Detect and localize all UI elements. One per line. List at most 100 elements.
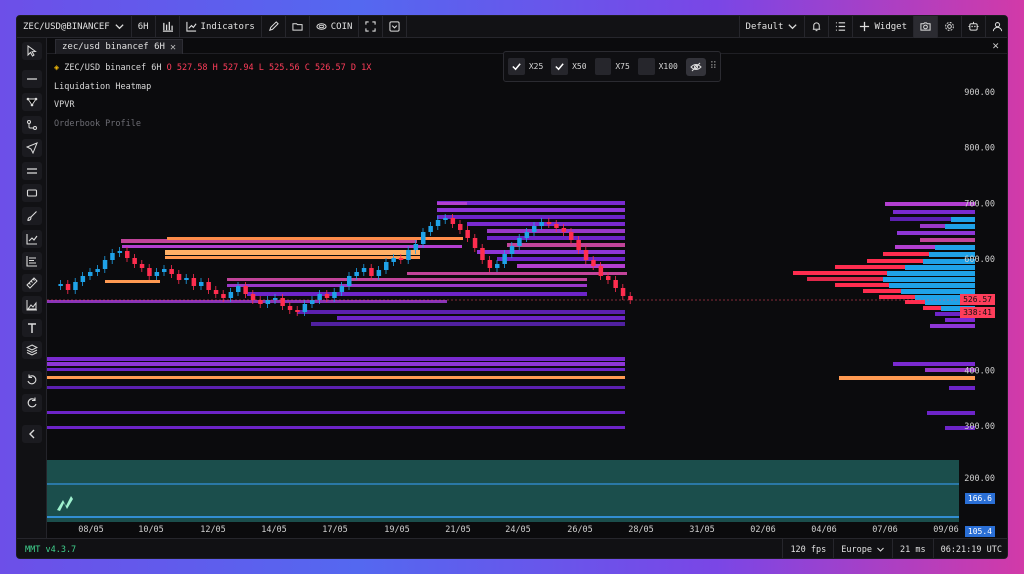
indicator-orderbook-profile[interactable]: Orderbook Profile — [54, 119, 141, 129]
indicator-liquidation-heatmap[interactable]: Liquidation Heatmap — [54, 82, 151, 92]
indicators-button[interactable]: Indicators — [180, 16, 262, 38]
list-button[interactable] — [828, 16, 852, 38]
candle-body — [613, 280, 618, 288]
parallel-lines-tool[interactable] — [22, 162, 42, 180]
nodes-icon — [26, 97, 38, 107]
bell-icon — [813, 22, 821, 32]
candle-body — [517, 238, 522, 246]
drawing-button[interactable] — [262, 16, 286, 38]
horizontal-line-icon — [27, 78, 37, 80]
coin-label: COIN — [330, 21, 353, 32]
ruler-tool[interactable] — [22, 274, 42, 292]
panel-dropdown-button[interactable] — [383, 16, 408, 38]
leverage-filter: X25 X50 X75 X100 ⠿ — [503, 51, 721, 82]
coin-button[interactable]: COIN — [310, 16, 360, 38]
text-tool[interactable] — [22, 319, 42, 337]
cursor-tool[interactable] — [22, 42, 42, 60]
path-tool[interactable] — [22, 116, 42, 134]
horizontal-line-tool[interactable] — [22, 70, 42, 88]
chart-area[interactable]: 900.00 800.00 700.00 600.00 400.00 300.00 200.… — [47, 54, 1008, 538]
candle-body — [591, 260, 596, 266]
candle-body — [102, 260, 108, 269]
chart-canvas[interactable]: 900.00 800.00 700.00 600.00 400.00 300.00 200.… — [47, 54, 1008, 538]
undo-button[interactable] — [22, 371, 42, 389]
interval-selector[interactable]: 6H — [132, 16, 156, 38]
heatmap-band — [227, 278, 587, 281]
candle-body — [154, 272, 160, 276]
label-x50: X50 — [572, 62, 587, 71]
candle-body — [450, 218, 456, 224]
arrow-tool[interactable] — [22, 139, 42, 157]
fib-tool[interactable] — [22, 252, 42, 270]
time-tick-label: 19/05 — [384, 525, 410, 535]
candle-body — [184, 278, 189, 280]
cursor-icon — [27, 45, 37, 57]
list-icon — [836, 22, 846, 31]
layers-tool[interactable] — [22, 341, 42, 359]
time-tick-label: 17/05 — [322, 525, 348, 535]
candle-body — [398, 258, 404, 260]
heatmap-band — [311, 322, 625, 326]
heatmap-band — [167, 237, 463, 240]
drag-handle-icon[interactable]: ⠿ — [710, 61, 717, 72]
candle-body — [487, 260, 493, 268]
vpvr-bar-blue — [887, 271, 975, 276]
sub-marker-lower: 105.4 — [964, 526, 995, 537]
close-panel-icon[interactable]: ✕ — [992, 39, 999, 52]
checkbox-x100[interactable] — [637, 58, 655, 75]
status-bar: MMT v4.3.7 120 fps Europe 21 ms 06:21:19… — [17, 538, 1007, 558]
indicator-vpvr[interactable]: VPVR — [54, 100, 74, 110]
ruler-icon — [26, 277, 38, 289]
indicators-label: Indicators — [200, 21, 255, 32]
heatmap-band — [507, 243, 625, 247]
trend-tool[interactable] — [22, 230, 42, 248]
area-chart-tool[interactable] — [22, 296, 42, 314]
vpvr-bar — [839, 376, 975, 380]
candle-body — [598, 266, 604, 276]
symbol-label: ZEC/USD@BINANCEF — [23, 21, 110, 32]
add-widget-button[interactable]: Widget — [852, 16, 913, 38]
symbol-selector[interactable]: ZEC/USD@BINANCEF — [17, 16, 132, 38]
alerts-button[interactable] — [804, 16, 828, 38]
clock-readout: 06:21:19 UTC — [932, 538, 1007, 558]
layout-selector[interactable]: Default — [738, 16, 805, 38]
fullscreen-button[interactable] — [359, 16, 384, 38]
exchange-icon: ◈ — [54, 63, 60, 73]
vpvr-bar-blue — [905, 265, 975, 270]
collapse-toolbar-button[interactable] — [22, 425, 42, 443]
network-tool[interactable] — [22, 93, 42, 111]
settings-button[interactable] — [937, 16, 961, 38]
vpvr-bar — [885, 202, 975, 206]
time-tick-label: 28/05 — [628, 525, 654, 535]
time-tick-label: 14/05 — [261, 525, 287, 535]
region-selector[interactable]: Europe — [833, 538, 892, 558]
rectangle-tool[interactable] — [22, 184, 42, 202]
checkbox-x25[interactable] — [508, 58, 525, 75]
screenshot-button[interactable] — [913, 16, 937, 38]
candle-body — [406, 250, 411, 260]
brush-tool[interactable] — [22, 207, 42, 225]
chart-type-button[interactable] — [156, 16, 180, 38]
candle-body — [176, 274, 182, 280]
candle-body — [502, 254, 507, 264]
current-price-tag: 526.57 — [960, 294, 995, 305]
close-icon[interactable]: ✕ — [170, 42, 176, 53]
checkbox-x50[interactable] — [551, 58, 569, 75]
heatmap-band — [47, 411, 625, 414]
account-button[interactable] — [985, 16, 1007, 38]
candle-body — [554, 224, 559, 228]
vpvr-bar-blue — [951, 217, 975, 222]
candle-body — [332, 292, 337, 298]
candle-body — [258, 300, 263, 304]
folder-button[interactable] — [286, 16, 310, 38]
toggle-visibility-button[interactable] — [685, 57, 706, 76]
time-axis: 08/05 10/05 12/05 14/05 17/05 19/05 21/05 24/05… — [78, 525, 959, 535]
tab-chart[interactable]: zec/usd binancef 6H ✕ — [55, 39, 183, 54]
redo-button[interactable] — [22, 394, 42, 412]
label-x75: X75 — [615, 62, 630, 71]
line-chart-icon — [185, 21, 197, 32]
bot-button[interactable] — [961, 16, 985, 38]
candle-body — [443, 218, 448, 220]
candle-body — [339, 286, 345, 292]
checkbox-x75[interactable] — [594, 58, 612, 75]
